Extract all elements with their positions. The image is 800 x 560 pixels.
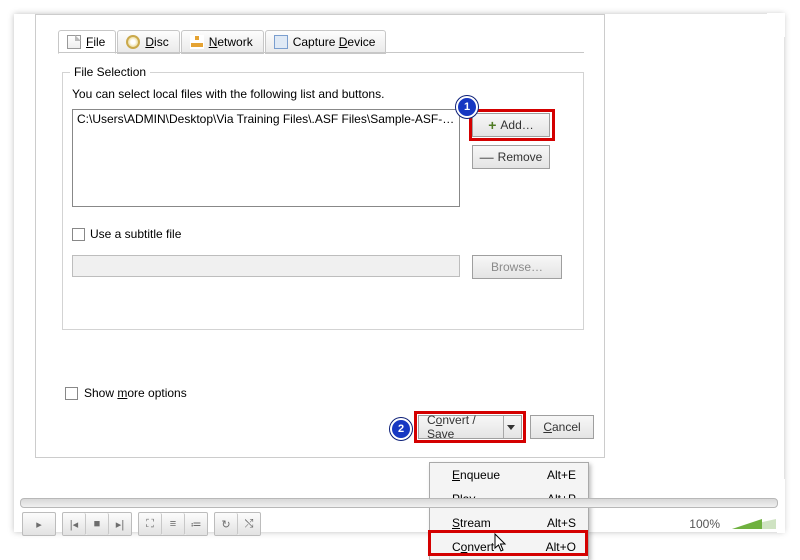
frame-corner-cut — [767, 13, 785, 37]
convert-save-button[interactable]: Convert / Save — [418, 415, 522, 439]
tab-capture[interactable]: Capture Device — [265, 30, 387, 54]
group-title: File Selection — [70, 65, 150, 79]
chevron-down-icon — [507, 425, 515, 430]
app-frame: File Disc Network Capture Device File Se… — [14, 14, 784, 532]
convert-save-dropdown-arrow[interactable] — [503, 416, 517, 438]
browse-button-label: Browse… — [491, 260, 543, 274]
tab-separator — [58, 52, 584, 53]
player-view-group: ⛶ ≡ ≔ — [138, 512, 208, 536]
volume-label: 100% — [689, 517, 720, 531]
player-control-bar: ▸ |◂ ■ ▸| ⛶ ≡ ≔ ↻ ⤭ 100% — [14, 516, 784, 532]
playlist-button[interactable]: ≔ — [185, 513, 207, 535]
subtitle-checkbox[interactable] — [72, 228, 85, 241]
open-media-dialog: File Disc Network Capture Device File Se… — [35, 14, 605, 458]
cancel-button[interactable]: Cancel — [530, 415, 594, 439]
plus-icon: + — [488, 120, 496, 130]
more-options-checkbox[interactable] — [65, 387, 78, 400]
player-loop-group: ↻ ⤭ — [214, 512, 261, 536]
volume-slider[interactable] — [732, 519, 776, 529]
network-icon — [190, 35, 204, 49]
file-selection-hint: You can select local files with the foll… — [72, 87, 384, 101]
capture-icon — [274, 35, 288, 49]
more-options-label: Show more options — [84, 386, 187, 400]
menu-item-label: Convert — [452, 540, 494, 554]
play-button[interactable]: ▸ — [22, 512, 56, 536]
menu-item-label: Enqueue — [452, 468, 500, 482]
annotation-badge-2: 2 — [390, 418, 412, 440]
tab-bar: File Disc Network Capture Device — [58, 29, 387, 53]
tab-network-label: Network — [209, 35, 253, 49]
menu-item-shortcut: Alt+O — [546, 540, 576, 554]
cancel-button-label: Cancel — [543, 420, 580, 434]
annotation-badge-1: 1 — [456, 96, 478, 118]
file-list-item[interactable]: C:\Users\ADMIN\Desktop\Via Training File… — [77, 112, 455, 126]
file-list[interactable]: C:\Users\ADMIN\Desktop\Via Training File… — [72, 109, 460, 207]
player-nav-group: |◂ ■ ▸| — [62, 512, 132, 536]
loop-button[interactable]: ↻ — [215, 513, 238, 535]
more-options-row[interactable]: Show more options — [65, 386, 187, 400]
player-seek-area[interactable] — [14, 489, 784, 513]
add-button-label: Add… — [500, 118, 533, 132]
fullscreen-button[interactable]: ⛶ — [139, 513, 162, 535]
file-selection-group: File Selection You can select local file… — [62, 72, 584, 330]
random-button[interactable]: ⤭ — [238, 513, 260, 535]
ext-button[interactable]: ≡ — [162, 513, 185, 535]
disc-icon — [126, 35, 140, 49]
convert-save-label: Convert / Save — [427, 413, 499, 441]
file-icon — [67, 35, 81, 49]
tab-disc[interactable]: Disc — [117, 30, 179, 54]
stop-button[interactable]: ■ — [86, 513, 109, 535]
add-button[interactable]: + Add… — [472, 113, 550, 137]
subtitle-path-input — [72, 255, 460, 277]
remove-button[interactable]: — Remove — [472, 145, 550, 169]
menu-item-convert[interactable]: Convert Alt+O — [430, 535, 588, 559]
minus-icon: — — [480, 152, 494, 162]
prev-button[interactable]: |◂ — [63, 513, 86, 535]
menu-item-enqueue[interactable]: Enqueue Alt+E — [430, 463, 588, 487]
menu-item-shortcut: Alt+E — [547, 468, 576, 482]
next-button[interactable]: ▸| — [109, 513, 131, 535]
remove-button-label: Remove — [498, 150, 543, 164]
tab-network[interactable]: Network — [181, 30, 264, 54]
tab-disc-label: Disc — [145, 35, 168, 49]
subtitle-checkbox-label: Use a subtitle file — [90, 227, 181, 241]
subtitle-checkbox-row[interactable]: Use a subtitle file — [72, 227, 181, 241]
browse-button: Browse… — [472, 255, 562, 279]
tab-file[interactable]: File — [58, 30, 116, 54]
tab-file-label: File — [86, 35, 105, 49]
tab-capture-label: Capture Device — [293, 35, 376, 49]
seek-track[interactable] — [20, 498, 778, 508]
